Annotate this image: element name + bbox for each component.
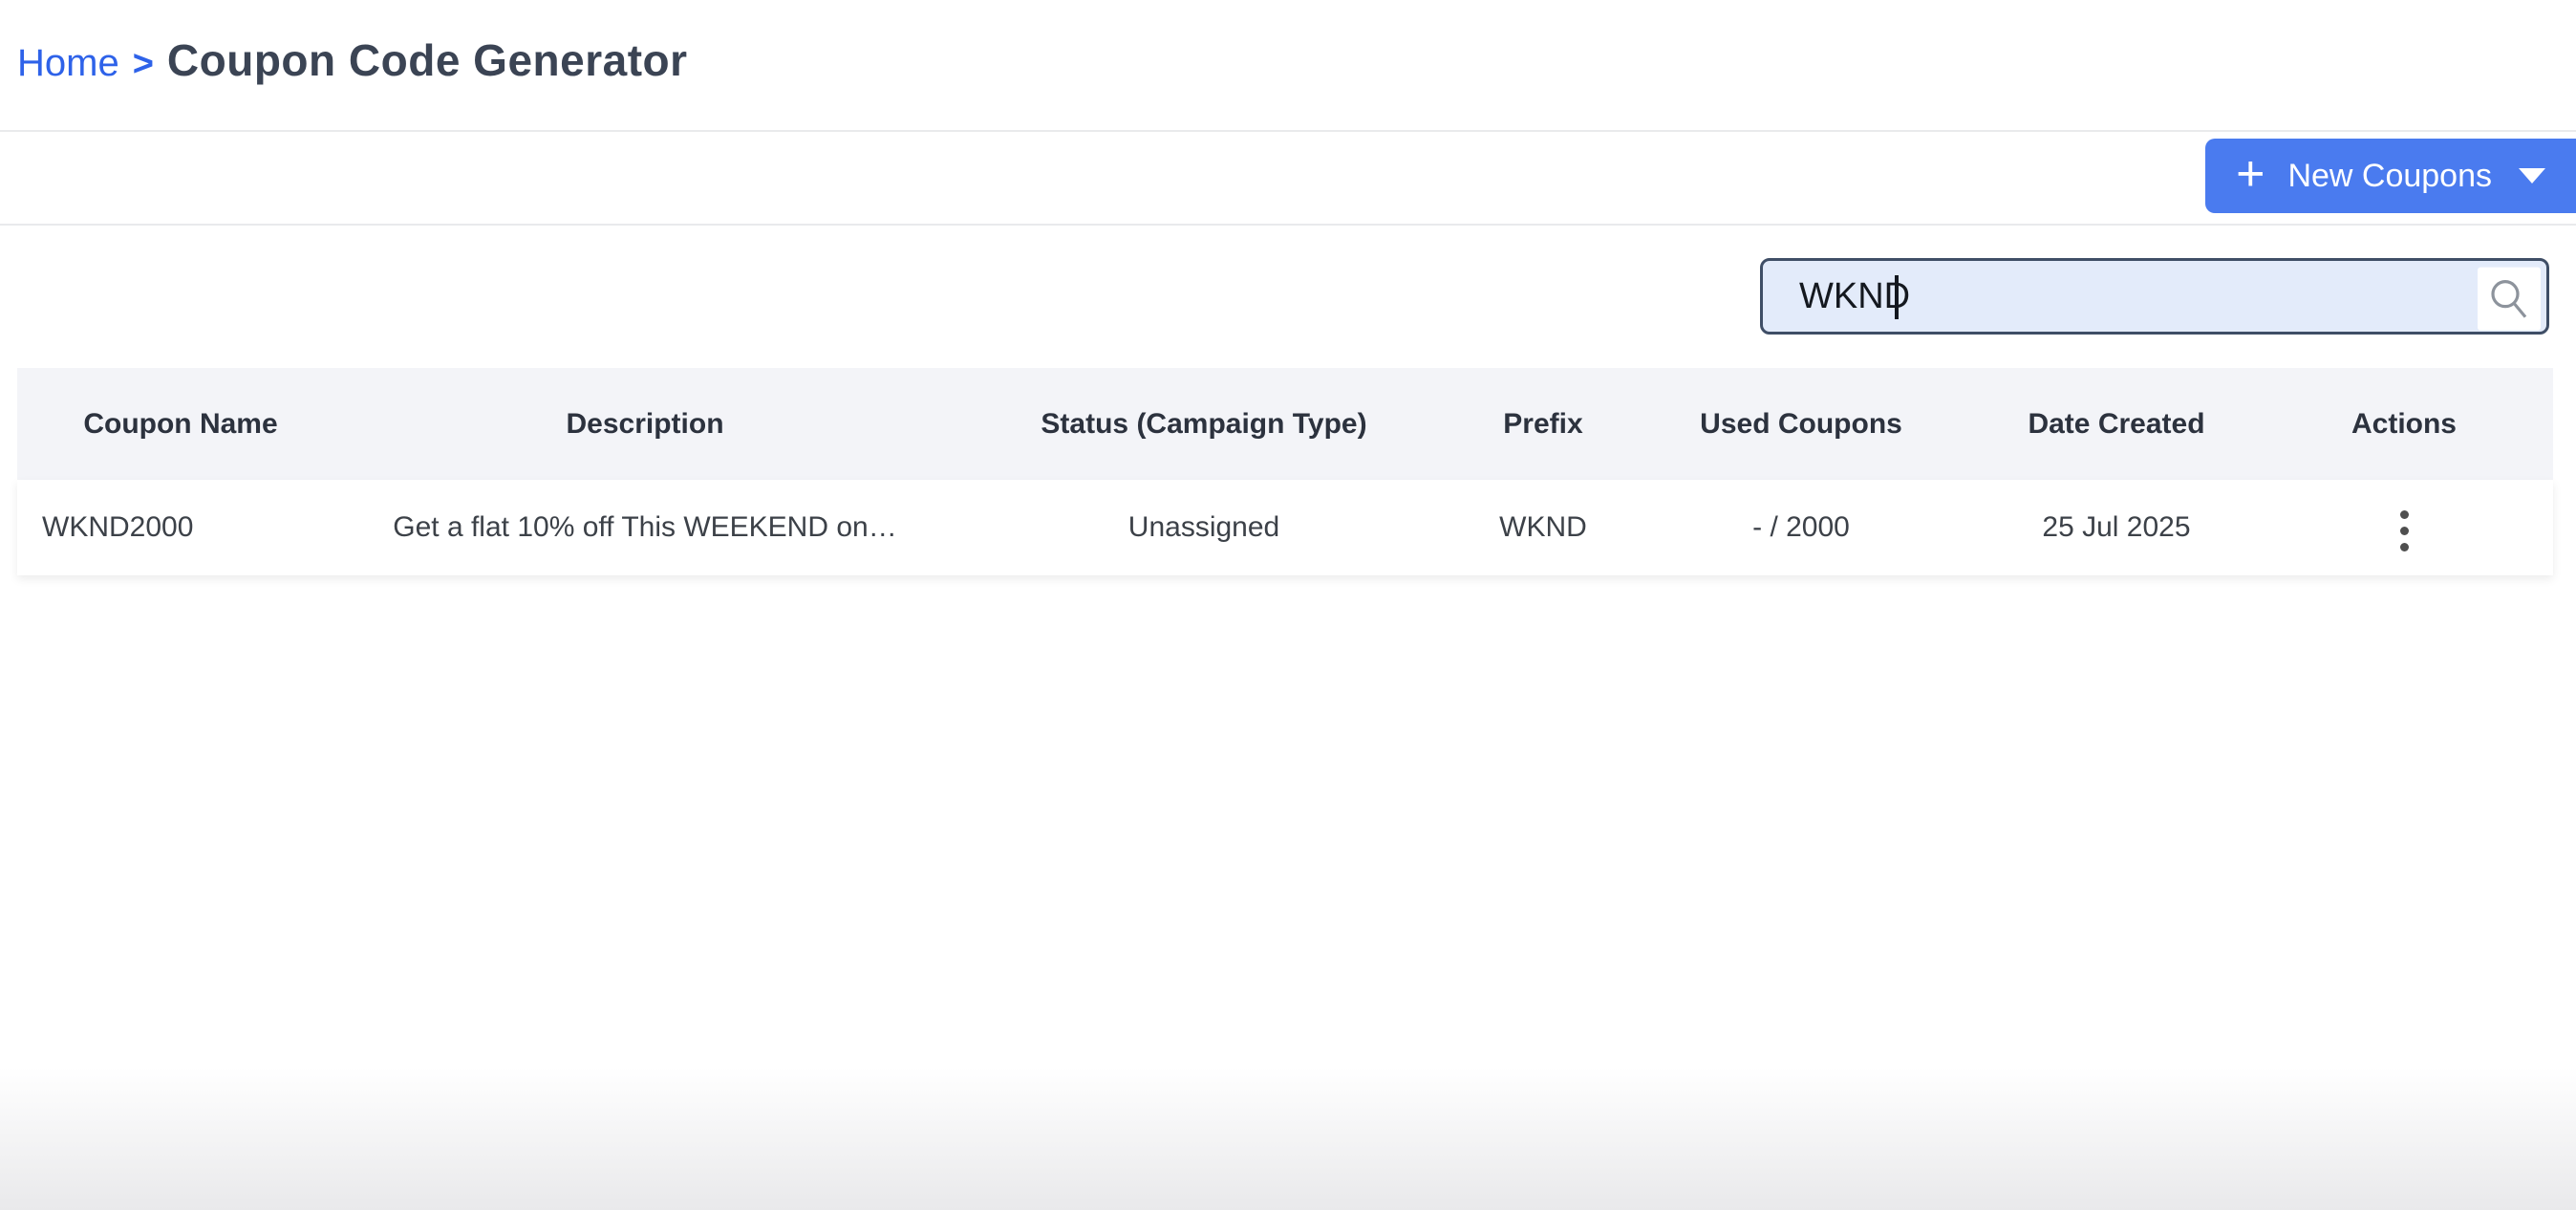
coupon-generator-page: Home > Coupon Code Generator + New Coupo… <box>0 0 2576 1210</box>
breadcrumb: Home > Coupon Code Generator <box>17 34 688 86</box>
column-header-date-created: Date Created <box>2028 407 2205 440</box>
cell-status: Unassigned <box>1127 511 1280 543</box>
kebab-menu-icon[interactable] <box>2385 501 2424 561</box>
new-coupons-button[interactable]: + New Coupons <box>2205 139 2576 213</box>
column-header-coupon-name: Coupon Name <box>83 407 278 440</box>
table-header-row: Coupon Name Description Status (Campaign… <box>17 368 2553 480</box>
header-divider <box>0 130 2576 132</box>
coupons-table: Coupon Name Description Status (Campaign… <box>17 368 2553 575</box>
page-title: Coupon Code Generator <box>166 35 688 85</box>
breadcrumb-home-link[interactable]: Home <box>17 42 119 85</box>
cell-coupon-name: WKND2000 <box>42 511 194 543</box>
plus-icon: + <box>2236 146 2265 202</box>
column-header-used-coupons: Used Coupons <box>1700 407 1902 440</box>
cell-prefix: WKND <box>1499 511 1587 543</box>
cell-actions <box>2255 494 2553 561</box>
caret-down-icon <box>2519 168 2545 184</box>
table-row: WKND2000 Get a flat 10% off This WEEKEND… <box>17 480 2553 575</box>
search-icon[interactable] <box>2478 267 2541 331</box>
search-input[interactable] <box>1763 261 2546 332</box>
cell-date-created: 25 Jul 2025 <box>2042 511 2191 543</box>
toolbar-divider <box>0 224 2576 226</box>
search-box <box>1760 258 2549 335</box>
new-coupons-button-label: New Coupons <box>2287 157 2492 194</box>
cell-description: Get a flat 10% off This WEEKEND on… <box>393 511 897 543</box>
column-header-actions: Actions <box>2351 407 2457 440</box>
bottom-gradient <box>0 1067 2576 1210</box>
column-header-description: Description <box>566 407 724 440</box>
text-cursor <box>1895 275 1899 319</box>
column-header-prefix: Prefix <box>1503 407 1583 440</box>
breadcrumb-separator: > <box>132 44 154 84</box>
cell-used-coupons: - / 2000 <box>1752 511 1850 543</box>
column-header-status: Status (Campaign Type) <box>1041 407 1367 440</box>
